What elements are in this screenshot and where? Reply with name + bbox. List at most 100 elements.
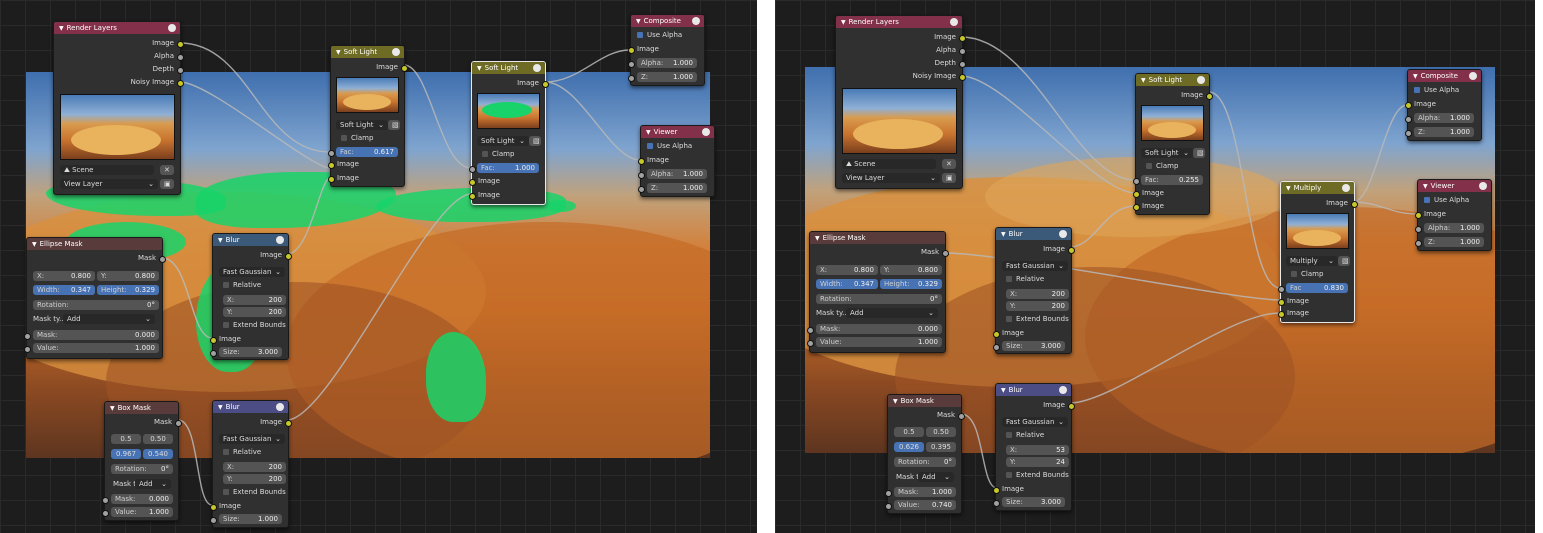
socket-mask-in[interactable] bbox=[807, 327, 814, 334]
socket-image-out[interactable] bbox=[1351, 201, 1358, 208]
node-header[interactable]: ▼ Render Layers bbox=[54, 22, 180, 34]
rotation-field[interactable]: Rotation: 0° bbox=[33, 300, 159, 310]
socket-image-in-2[interactable] bbox=[1133, 204, 1140, 211]
composite-node[interactable]: ▼ Composite Use Alpha Image Alpha: 1.000 Z… bbox=[628, 14, 705, 86]
y-field[interactable]: Y: 0.800 bbox=[97, 271, 159, 281]
socket-image-out[interactable] bbox=[401, 65, 408, 72]
viewer-node[interactable]: ▼ Viewer Use Alpha Image Alpha: 1.000 Z: 1.… bbox=[1415, 179, 1492, 251]
mask-field[interactable]: Mask: 0.000 bbox=[33, 330, 159, 340]
mask-field[interactable]: Mask: 1.000 bbox=[894, 487, 956, 497]
width-field[interactable]: Width: 0.347 bbox=[33, 285, 95, 295]
socket-fac-in[interactable] bbox=[1278, 286, 1285, 293]
clamp-checkbox[interactable]: Clamp bbox=[341, 133, 373, 143]
socket-image-in[interactable] bbox=[210, 504, 217, 511]
socket-image-in-1[interactable] bbox=[1133, 191, 1140, 198]
socket-alpha-in[interactable] bbox=[628, 61, 635, 68]
node-editor-left[interactable]: ▼ Render Layers Image Alpha Depth Noisy I… bbox=[0, 0, 757, 533]
node-header[interactable]: ▼ Composite bbox=[1408, 70, 1481, 82]
socket-fac-in[interactable] bbox=[1133, 178, 1140, 185]
clamp-checkbox[interactable]: Clamp bbox=[1291, 269, 1323, 279]
x-field[interactable]: 0.5 bbox=[894, 427, 924, 437]
view-layer-icon-button[interactable]: ▣ bbox=[160, 179, 174, 189]
socket-z-in[interactable] bbox=[638, 186, 645, 193]
socket-fac-in[interactable] bbox=[469, 166, 476, 173]
node-header[interactable]: ▼ Blur bbox=[213, 401, 288, 413]
mask-type-dropdown[interactable]: Add ⌄ bbox=[63, 314, 155, 324]
size-x-field[interactable]: X: 53 bbox=[1006, 445, 1069, 455]
socket-image-in[interactable] bbox=[628, 47, 635, 54]
extend-bounds-checkbox[interactable]: Extend Bounds bbox=[223, 320, 286, 330]
mask-type-dropdown[interactable]: Add ⌄ bbox=[135, 479, 171, 489]
use-alpha-checkbox[interactable]: Use Alpha bbox=[1414, 85, 1459, 95]
socket-noisy-out[interactable] bbox=[959, 74, 966, 81]
scene-field[interactable]: ⛰ Scene bbox=[842, 159, 936, 169]
alpha-field[interactable]: Alpha: 1.000 bbox=[647, 169, 707, 179]
socket-fac-in[interactable] bbox=[328, 150, 335, 157]
socket-alpha-in[interactable] bbox=[1405, 116, 1412, 123]
socket-alpha-in[interactable] bbox=[1415, 226, 1422, 233]
socket-image-in-1[interactable] bbox=[1278, 299, 1285, 306]
size-x-field[interactable]: X: 200 bbox=[1006, 289, 1069, 299]
socket-size-in[interactable] bbox=[993, 344, 1000, 351]
y-field[interactable]: Y: 0.800 bbox=[880, 265, 942, 275]
node-header[interactable]: ▼ Ellipse Mask bbox=[810, 232, 945, 244]
socket-size-in[interactable] bbox=[210, 517, 217, 524]
node-header[interactable]: ▼ Viewer bbox=[641, 126, 714, 138]
socket-image-in-2[interactable] bbox=[1278, 311, 1285, 318]
blur-node-2[interactable]: ▼ Blur Image Fast Gaussian ⌄ Relative X: 20… bbox=[210, 400, 292, 528]
blur-size-field[interactable]: Size: 3.000 bbox=[1002, 497, 1065, 507]
width-field[interactable]: 0.626 bbox=[894, 442, 924, 452]
socket-image-in-1[interactable] bbox=[469, 179, 476, 186]
soft-light-node[interactable]: ▼ Soft Light Image Soft Light ⌄ ▧ Clamp Fa… bbox=[1133, 73, 1213, 215]
mask-type-dropdown[interactable]: Add ⌄ bbox=[918, 472, 954, 482]
size-y-field[interactable]: Y: 200 bbox=[1006, 301, 1069, 311]
node-header[interactable]: ▼ Blur bbox=[213, 234, 288, 246]
value-field[interactable]: Value: 0.740 bbox=[894, 500, 956, 510]
use-alpha-checkbox[interactable]: Use Alpha bbox=[647, 141, 692, 151]
socket-image-in-2[interactable] bbox=[328, 176, 335, 183]
ellipse-mask-node[interactable]: ▼ Ellipse Mask Mask X: 0.800 Y: 0.800 Width… bbox=[807, 231, 949, 353]
socket-alpha-out[interactable] bbox=[177, 54, 184, 61]
node-header[interactable]: ▼ Ellipse Mask bbox=[27, 238, 162, 250]
z-field[interactable]: Z: 1.000 bbox=[1424, 237, 1484, 247]
x-field[interactable]: 0.5 bbox=[111, 434, 141, 444]
width-field[interactable]: Width: 0.347 bbox=[816, 279, 878, 289]
alpha-field[interactable]: Alpha: 1.000 bbox=[1424, 223, 1484, 233]
filter-type-dropdown[interactable]: Fast Gaussian ⌄ bbox=[1002, 417, 1068, 427]
node-header[interactable]: ▼ Box Mask bbox=[105, 402, 178, 414]
socket-mask-in[interactable] bbox=[885, 490, 892, 497]
node-header[interactable]: ▼ Blur bbox=[996, 228, 1071, 240]
socket-mask-in[interactable] bbox=[24, 333, 31, 340]
socket-image-out[interactable] bbox=[285, 420, 292, 427]
scene-field[interactable]: ⛰ Scene bbox=[60, 165, 154, 175]
node-editor-right[interactable]: ▼ Render Layers Image Alpha Depth Noisy I… bbox=[775, 0, 1535, 533]
socket-alpha-in[interactable] bbox=[638, 172, 645, 179]
node-header[interactable]: ▼ Soft Light bbox=[472, 62, 545, 74]
socket-size-in[interactable] bbox=[993, 500, 1000, 507]
socket-image-in[interactable] bbox=[638, 158, 645, 165]
socket-z-in[interactable] bbox=[1405, 130, 1412, 137]
relative-checkbox[interactable]: Relative bbox=[1006, 274, 1044, 284]
rotation-field[interactable]: Rotation: 0° bbox=[894, 457, 956, 467]
y-field[interactable]: 0.50 bbox=[926, 427, 956, 437]
rotation-field[interactable]: Rotation: 0° bbox=[111, 464, 173, 474]
socket-image-in[interactable] bbox=[210, 337, 217, 344]
size-y-field[interactable]: Y: 200 bbox=[223, 474, 286, 484]
use-alpha-checkbox[interactable]: Use Alpha bbox=[637, 30, 682, 40]
x-field[interactable]: X: 0.800 bbox=[33, 271, 95, 281]
node-header[interactable]: ▼ Soft Light bbox=[331, 46, 404, 58]
multiply-node[interactable]: ▼ Multiply Image Multiply ⌄ ▧ Clamp Fac 0.8… bbox=[1278, 181, 1358, 323]
relative-checkbox[interactable]: Relative bbox=[223, 280, 261, 290]
fac-field[interactable]: Fac: 0.617 bbox=[336, 147, 398, 157]
relative-checkbox[interactable]: Relative bbox=[1006, 430, 1044, 440]
value-field[interactable]: Value: 1.000 bbox=[816, 337, 942, 347]
use-alpha-checkbox[interactable]: Use Alpha bbox=[1424, 195, 1469, 205]
alpha-field[interactable]: Alpha: 1.000 bbox=[1414, 113, 1474, 123]
composite-node[interactable]: ▼ Composite Use Alpha Image Alpha: 1.000 Z… bbox=[1405, 69, 1482, 141]
size-x-field[interactable]: X: 200 bbox=[223, 295, 286, 305]
node-header[interactable]: ▼ Box Mask bbox=[888, 395, 961, 407]
filter-type-dropdown[interactable]: Fast Gaussian ⌄ bbox=[1002, 261, 1068, 271]
height-field[interactable]: 0.540 bbox=[143, 449, 173, 459]
socket-image-out[interactable] bbox=[959, 35, 966, 42]
socket-value-in[interactable] bbox=[885, 503, 892, 510]
